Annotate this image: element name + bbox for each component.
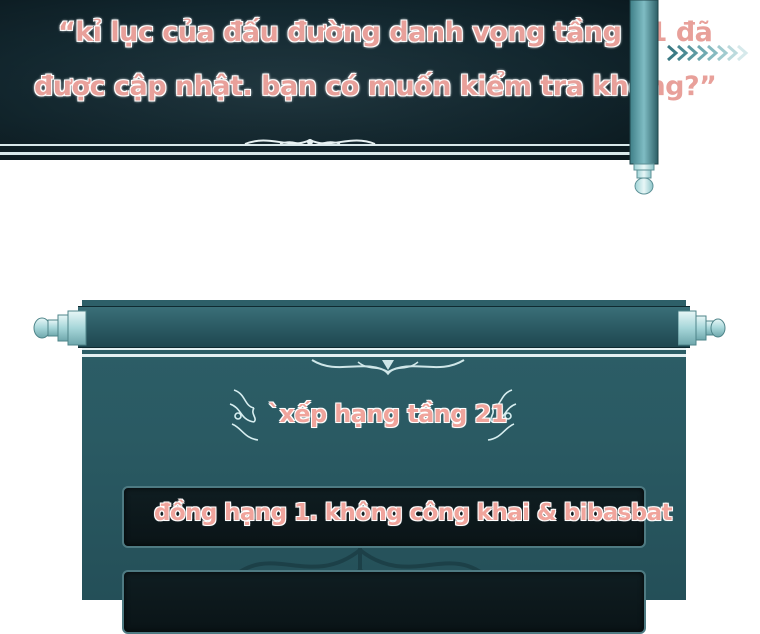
scroll-rule: [0, 152, 632, 155]
ornament-icon: [311, 359, 465, 376]
ranking-entry: đồng hạng 1. không công khai & bibasbat: [122, 486, 673, 548]
ranking-entry-text: đồng hạng 1. không công khai & bibasbat: [154, 500, 673, 526]
notice-line: “kỉ lục của đấu đường danh vọng tầng 21 …: [58, 17, 713, 48]
ranking-title: `xếp hạng tầng 21: [268, 400, 507, 428]
notice-message: “kỉ lục của đấu đường danh vọng tầng 21 …: [24, 6, 717, 114]
scroll-rod-icon: [629, 0, 659, 195]
scroll-rollbar: [78, 306, 690, 348]
ranking-entry: [122, 570, 646, 634]
flourish-icon: [229, 389, 259, 441]
ornament-icon: [244, 138, 376, 146]
scroll-rule: [82, 348, 686, 350]
scroll-rod-end-icon: [33, 310, 87, 346]
chevrons-right-icon: [667, 44, 749, 62]
scroll-rod-end-icon: [678, 310, 726, 346]
notice-line: được cập nhật. bạn có muốn kiểm tra khôn…: [34, 71, 717, 102]
